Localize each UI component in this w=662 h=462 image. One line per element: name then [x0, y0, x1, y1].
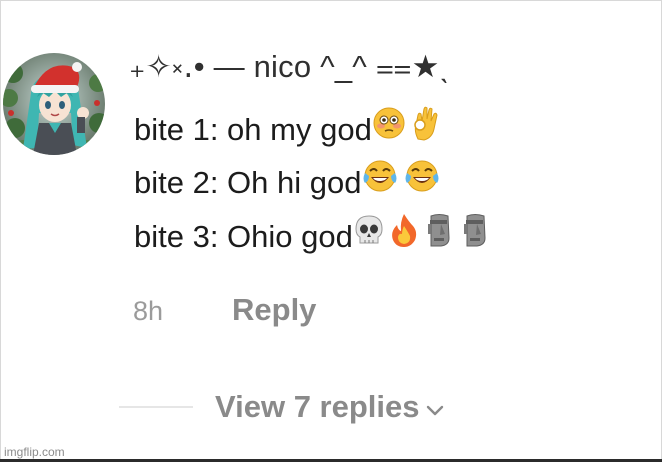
reply-button[interactable]: Reply [232, 288, 316, 332]
chevron-down-icon [426, 385, 444, 429]
skull-emoji-icon [353, 213, 385, 259]
moai-emoji-icon [461, 212, 489, 260]
view-replies-button[interactable]: View 7 replies [215, 385, 444, 429]
comment-line-3-text: bite 3: Ohio god [134, 218, 353, 254]
comment-line-1-text: bite 1: oh my god [134, 111, 372, 147]
moai-emoji-icon [425, 212, 453, 260]
avatar[interactable] [3, 53, 105, 155]
comment-line-2: bite 2: Oh hi god [134, 159, 440, 203]
flushed-face-emoji-icon [372, 106, 406, 152]
username[interactable]: ₊✧༝․• — nico ^_^ ⩵★ˎ [129, 45, 450, 89]
replies-divider [119, 406, 193, 408]
comment-line-1: bite 1: oh my god [134, 106, 440, 150]
view-replies-label: View 7 replies [215, 389, 420, 424]
comment-line-2-text: bite 2: Oh hi god [134, 164, 362, 200]
tears-of-joy-emoji-icon [404, 159, 440, 205]
tears-of-joy-emoji-icon [362, 159, 398, 205]
fire-emoji-icon [389, 212, 419, 260]
comment-card: ₊✧༝․• — nico ^_^ ⩵★ˎ bite 1: oh my god b… [0, 0, 662, 462]
ok-hand-emoji-icon [410, 105, 440, 153]
imgflip-watermark: imgflip.com [4, 445, 65, 459]
comment-line-3: bite 3: Ohio god [134, 213, 489, 257]
comment-timestamp: 8h [133, 296, 164, 326]
